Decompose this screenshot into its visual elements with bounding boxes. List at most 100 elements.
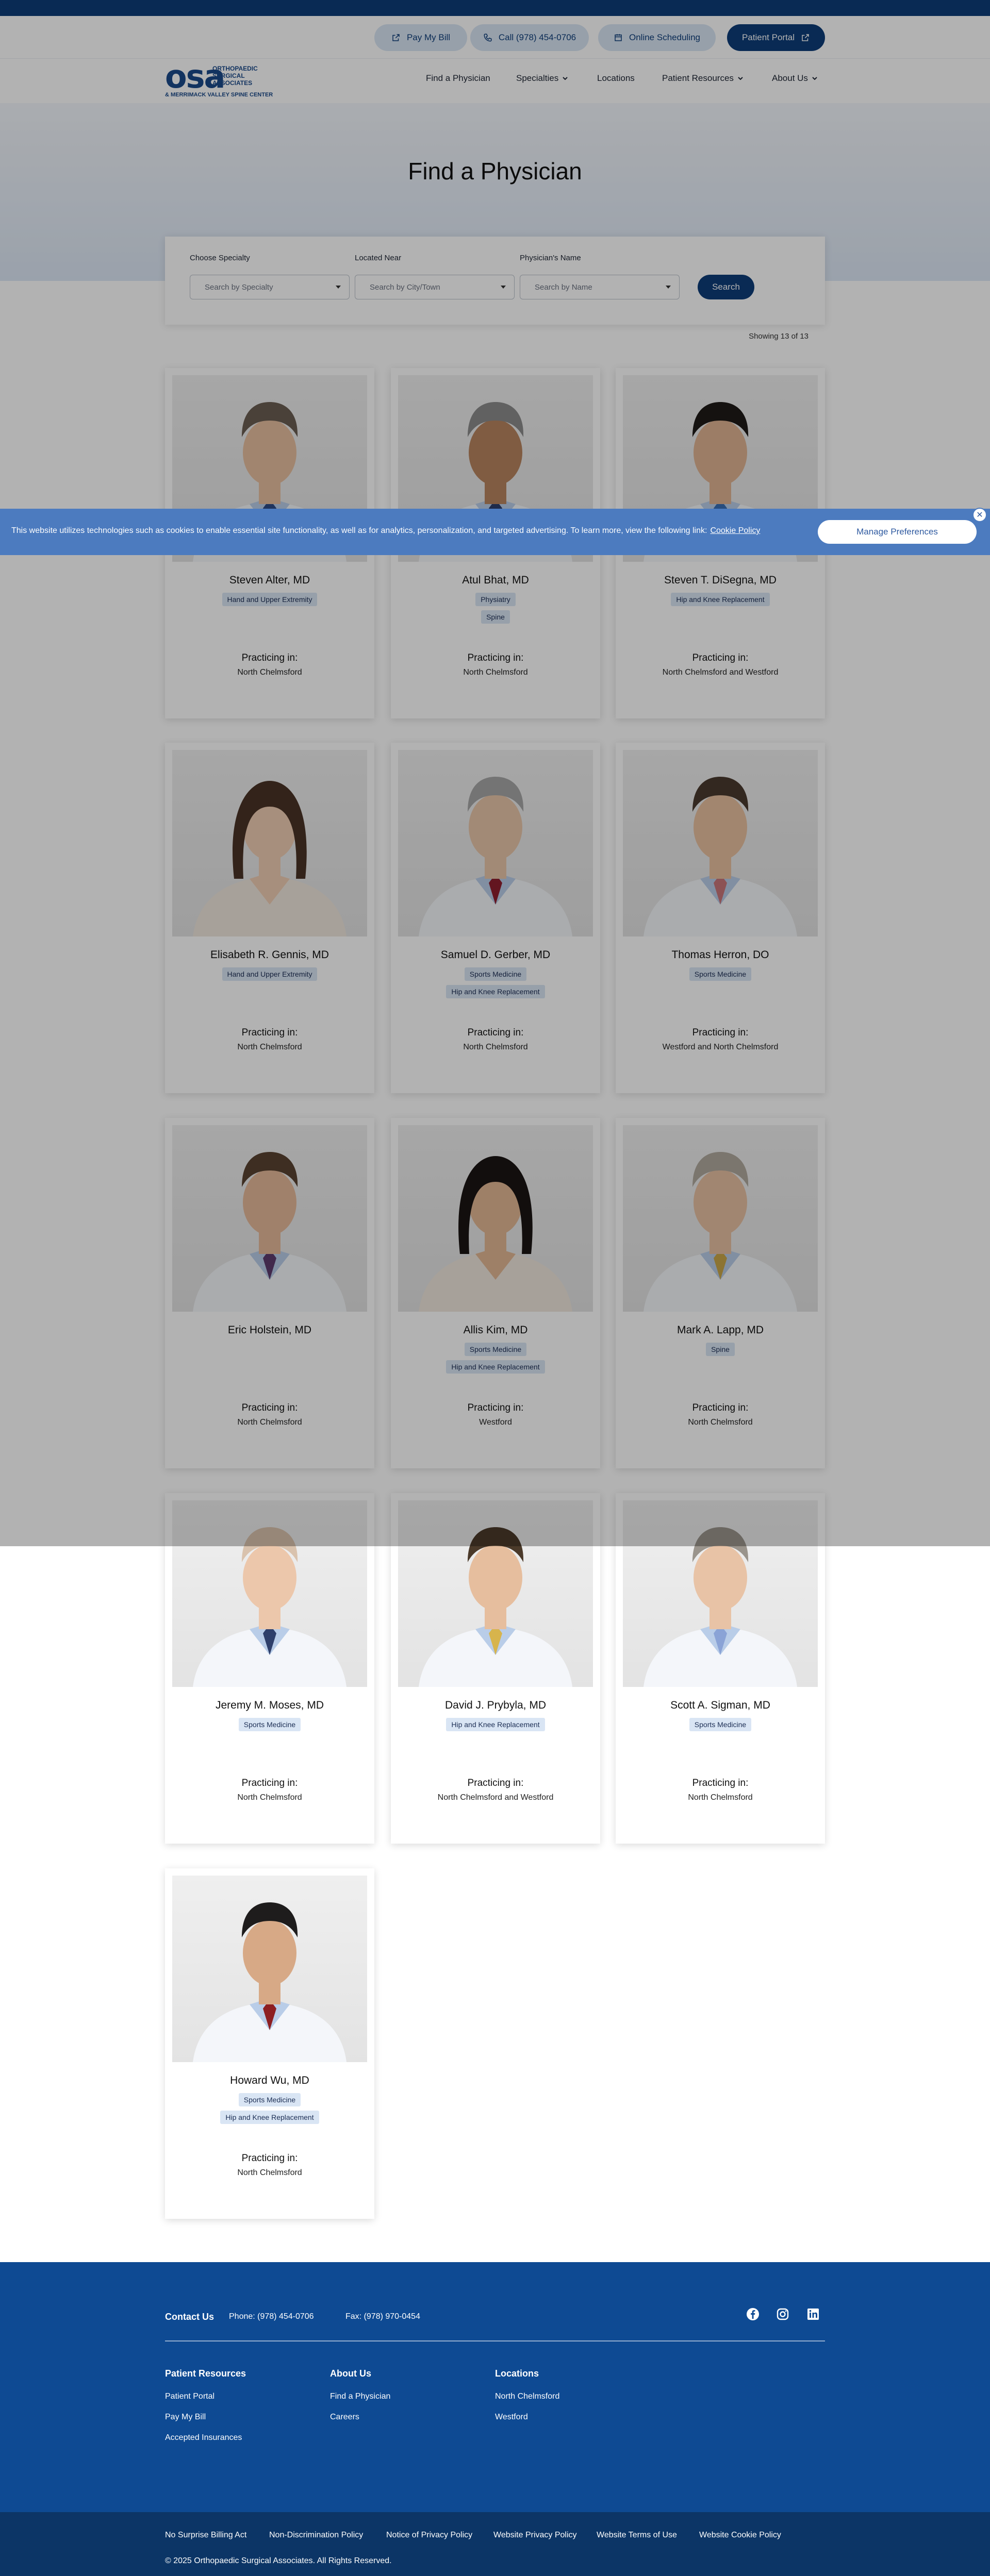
specialty-tags: Physiatry Spine (391, 593, 600, 624)
physician-name[interactable]: Atul Bhat, MD (391, 574, 600, 587)
physician-card[interactable]: Scott A. Sigman, MD Sports Medicine Prac… (616, 1493, 825, 1844)
pay-bill-label: Pay My Bill (406, 32, 451, 42)
footer-link[interactable]: Accepted Insurances (165, 2433, 242, 2443)
footer-link[interactable]: Careers (330, 2413, 359, 2422)
physician-name[interactable]: Eric Holstein, MD (165, 1324, 374, 1336)
specialty-tag: Spine (706, 1343, 735, 1356)
specialty-tags: Spine (616, 1343, 825, 1356)
legal-link[interactable]: Website Privacy Policy (493, 2531, 577, 2540)
specialty-tags: Hand and Upper Extremity (165, 967, 374, 981)
physician-name[interactable]: David J. Prybyla, MD (391, 1699, 600, 1712)
physician-card[interactable]: Howard Wu, MD Sports Medicine Hip and Kne… (165, 1868, 374, 2219)
specialty-tag: Sports Medicine (689, 967, 752, 981)
physician-card[interactable]: Jeremy M. Moses, MD Sports Medicine Prac… (165, 1493, 374, 1844)
specialty-label: Choose Specialty (190, 254, 250, 262)
practice-location: North Chelmsford (463, 668, 528, 677)
footer-link[interactable]: Pay My Bill (165, 2413, 206, 2422)
physician-name[interactable]: Allis Kim, MD (391, 1324, 600, 1336)
instagram-icon[interactable] (775, 2306, 790, 2322)
physician-portrait (193, 1902, 346, 2062)
physician-card[interactable]: Elisabeth R. Gennis, MD Hand and Upper E… (165, 743, 374, 1093)
footer-link[interactable]: North Chelmsford (495, 2392, 559, 2401)
practice-location: North Chelmsford (237, 1043, 302, 1051)
physician-card[interactable]: Thomas Herron, DO Sports Medicine Practi… (616, 743, 825, 1093)
nav-locations[interactable]: Locations (597, 73, 635, 83)
practice-location: North Chelmsford (237, 1418, 302, 1427)
physician-name[interactable]: Steven Alter, MD (165, 574, 374, 587)
legal-link[interactable]: Non-Discrimination Policy (269, 2531, 363, 2540)
caret-down-icon (336, 286, 341, 289)
physician-card[interactable]: Allis Kim, MD Sports Medicine Hip and Kne… (391, 1118, 600, 1468)
footer-bottom: No Surprise Billing Act Non-Discriminati… (0, 2512, 990, 2576)
manage-preferences-button[interactable]: Manage Preferences (818, 520, 977, 544)
online-scheduling-button[interactable]: Online Scheduling (598, 24, 716, 51)
practice-location: North Chelmsford (688, 1793, 753, 1802)
name-select[interactable]: Search by Name (520, 275, 680, 299)
physician-card[interactable]: Mark A. Lapp, MD Spine Practicing in: No… (616, 1118, 825, 1468)
practicing-label: Practicing in: (241, 653, 298, 663)
calendar-icon (615, 34, 622, 41)
name-label: Physician's Name (520, 254, 581, 262)
physician-name[interactable]: Mark A. Lapp, MD (616, 1324, 825, 1336)
nav-specialties[interactable]: Specialties (516, 73, 568, 83)
specialty-tag: Sports Medicine (238, 1718, 301, 1731)
pay-bill-button[interactable]: Pay My Bill (374, 24, 467, 51)
physician-name[interactable]: Elisabeth R. Gennis, MD (165, 949, 374, 961)
nav-label: Patient Resources (662, 73, 734, 83)
physician-portrait (644, 1527, 797, 1687)
specialty-tags: Sports Medicine Hip and Knee Replacement (165, 2093, 374, 2124)
logo-line: ORTHOPAEDIC (212, 65, 258, 72)
location-select[interactable]: Search by City/Town (355, 275, 515, 299)
scheduling-label: Online Scheduling (629, 32, 700, 42)
name-placeholder: Search by Name (535, 282, 592, 292)
specialty-select[interactable]: Search by Specialty (190, 275, 350, 299)
caret-down-icon (666, 286, 671, 289)
physician-name[interactable]: Howard Wu, MD (165, 2075, 374, 2087)
practicing-label: Practicing in: (467, 653, 524, 663)
physician-card[interactable]: Samuel D. Gerber, MD Sports Medicine Hip … (391, 743, 600, 1093)
legal-link[interactable]: Notice of Privacy Policy (386, 2531, 472, 2540)
call-button[interactable]: Call (978) 454-0706 (470, 24, 589, 51)
close-icon[interactable]: ✕ (972, 508, 987, 522)
specialty-tags: Hand and Upper Extremity (165, 593, 374, 606)
specialty-placeholder: Search by Specialty (205, 282, 273, 292)
caret-down-icon (501, 286, 506, 289)
nav-label: Find a Physician (426, 73, 490, 83)
nav-patient-resources[interactable]: Patient Resources (662, 73, 743, 83)
logo-line: SURGICAL (212, 72, 245, 79)
phone-icon (484, 34, 492, 42)
physician-name[interactable]: Scott A. Sigman, MD (616, 1699, 825, 1712)
legal-link[interactable]: Website Terms of Use (597, 2531, 677, 2540)
nav-find-physician[interactable]: Find a Physician (426, 73, 490, 83)
physician-name[interactable]: Thomas Herron, DO (616, 949, 825, 961)
specialty-tags: Sports Medicine (616, 967, 825, 981)
legal-link[interactable]: Website Cookie Policy (699, 2531, 781, 2540)
patient-portal-button[interactable]: Patient Portal (727, 24, 825, 51)
practicing-label: Practicing in: (467, 1027, 524, 1038)
copyright: © 2025 Orthopaedic Surgical Associates. … (165, 2556, 392, 2565)
physician-card[interactable]: Eric Holstein, MD Practicing in: North C… (165, 1118, 374, 1468)
cookie-policy-link[interactable]: Cookie Policy (710, 526, 760, 535)
linkedin-icon[interactable] (805, 2306, 821, 2322)
nav-about-us[interactable]: About Us (772, 73, 817, 83)
search-button[interactable]: Search (698, 275, 754, 299)
location-placeholder: Search by City/Town (370, 282, 440, 292)
footer-phone[interactable]: Phone: (978) 454-0706 (229, 2312, 314, 2321)
physician-name[interactable]: Jeremy M. Moses, MD (165, 1699, 374, 1712)
legal-link[interactable]: No Surprise Billing Act (165, 2531, 246, 2540)
site-logo[interactable]: osa ORTHOPAEDIC SURGICAL ASSOCIATES & ME… (165, 61, 289, 99)
specialty-tag: Hip and Knee Replacement (446, 1718, 545, 1731)
specialty-tags: Hip and Knee Replacement (616, 593, 825, 606)
physician-card[interactable]: David J. Prybyla, MD Hip and Knee Replac… (391, 1493, 600, 1844)
facebook-icon[interactable] (745, 2306, 761, 2322)
logo-text: ORTHOPAEDIC SURGICAL ASSOCIATES (212, 65, 274, 87)
physician-name[interactable]: Samuel D. Gerber, MD (391, 949, 600, 961)
footer-link[interactable]: Westford (495, 2413, 528, 2422)
footer-link[interactable]: Patient Portal (165, 2392, 214, 2401)
footer-link[interactable]: Find a Physician (330, 2392, 390, 2401)
practice-location: Westford (479, 1418, 512, 1427)
physician-name[interactable]: Steven T. DiSegna, MD (616, 574, 825, 587)
physician-portrait (193, 781, 346, 936)
specialty-tags: Sports Medicine (616, 1718, 825, 1731)
page-title: Find a Physician (408, 158, 582, 185)
